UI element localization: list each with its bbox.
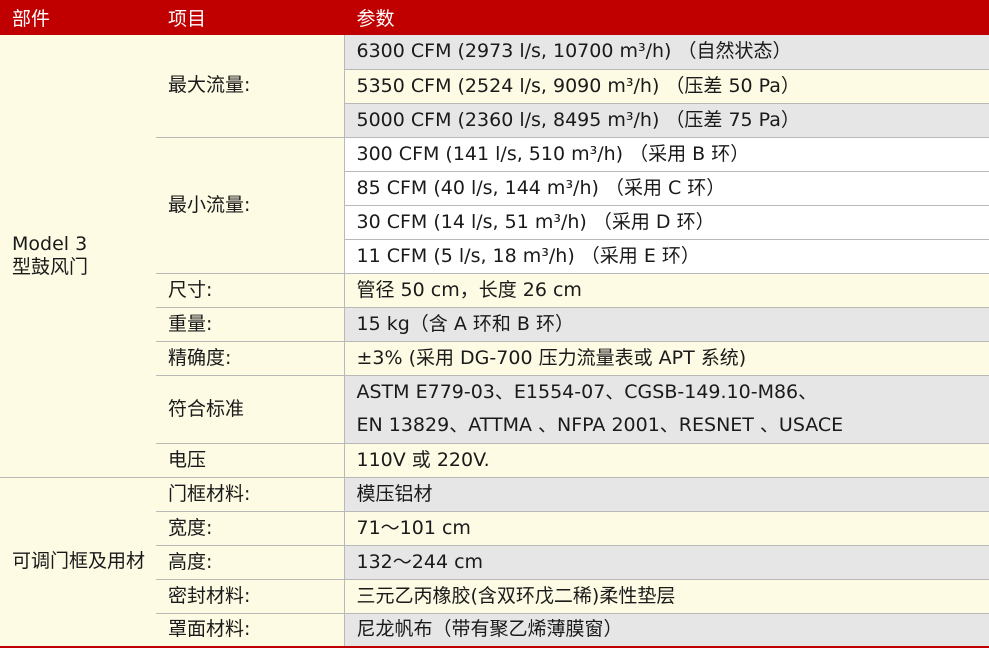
- value-standards-2: EN 13829、ATTMA 、NFPA 2001、RESNET 、USACE: [344, 409, 989, 444]
- header-param: 参数: [343, 0, 989, 35]
- value-cover: 尼龙帆布（带有聚乙烯薄膜窗）: [344, 613, 989, 648]
- value-height: 132～244 cm: [344, 545, 989, 580]
- item-frame-material: 门框材料:: [156, 476, 345, 512]
- item-size: 尺寸:: [156, 273, 345, 308]
- value-seal: 三元乙丙橡胶(含双环戊二稀)柔性垫层: [344, 579, 989, 614]
- table-row: 可调门框及用材 门框材料: 模压铝材: [0, 476, 989, 648]
- value-min-flow-4: 11 CFM (5 l/s, 18 m³/h) （采用 E 环）: [344, 239, 989, 274]
- item-width: 宽度:: [156, 511, 345, 546]
- item-max-flow: 最大流量:: [156, 35, 345, 138]
- value-standards-1: ASTM E779-03、E1554-07、CGSB-149.10-M86、: [344, 375, 989, 409]
- item-standards: 符合标准: [156, 375, 345, 444]
- header-part: 部件: [0, 0, 156, 35]
- item-seal: 密封材料:: [156, 579, 345, 614]
- part-model3: Model 3 型鼓风门: [0, 35, 156, 477]
- value-frame-material: 模压铝材: [344, 476, 989, 512]
- item-accuracy: 精确度:: [156, 341, 345, 376]
- value-width: 71～101 cm: [344, 511, 989, 546]
- value-min-flow-2: 85 CFM (40 l/s, 144 m³/h) （采用 C 环）: [344, 171, 989, 206]
- table-row: Model 3 型鼓风门 最大流量: 6300 CFM (2973 l/s, 1…: [0, 35, 989, 477]
- value-size: 管径 50 cm，长度 26 cm: [344, 273, 989, 308]
- spec-table: 部件 项目 参数 Model 3 型鼓风门 最大流量: 6300 CFM (29…: [0, 0, 989, 648]
- value-max-flow-3: 5000 CFM (2360 l/s, 8495 m³/h) （压差 75 Pa…: [344, 103, 989, 138]
- item-weight: 重量:: [156, 307, 345, 342]
- value-accuracy: ±3% (采用 DG-700 压力流量表或 APT 系统): [344, 341, 989, 376]
- header-row: 部件 项目 参数: [0, 0, 989, 35]
- value-min-flow-3: 30 CFM (14 l/s, 51 m³/h) （采用 D 环）: [344, 205, 989, 240]
- value-max-flow-1: 6300 CFM (2973 l/s, 10700 m³/h) （自然状态）: [344, 35, 989, 70]
- item-voltage: 电压: [156, 443, 345, 478]
- item-min-flow: 最小流量:: [156, 137, 345, 274]
- value-weight: 15 kg（含 A 环和 B 环）: [344, 307, 989, 342]
- item-height: 高度:: [156, 545, 345, 580]
- value-voltage: 110V 或 220V.: [344, 443, 989, 478]
- value-max-flow-2: 5350 CFM (2524 l/s, 9090 m³/h) （压差 50 Pa…: [344, 69, 989, 104]
- value-min-flow-1: 300 CFM (141 l/s, 510 m³/h) （采用 B 环）: [344, 137, 989, 172]
- item-cover: 罩面材料:: [156, 613, 345, 648]
- part-frame: 可调门框及用材: [0, 476, 156, 648]
- header-item: 项目: [156, 0, 344, 35]
